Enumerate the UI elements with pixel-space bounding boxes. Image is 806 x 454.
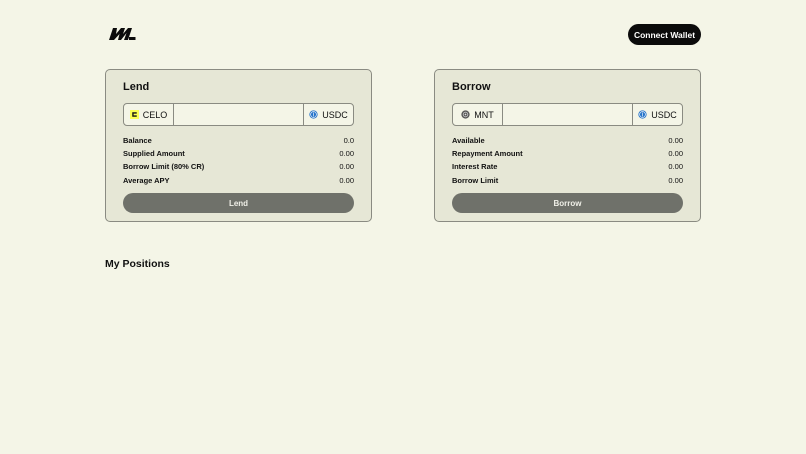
stat-value: 0.00 [339,162,354,172]
my-positions-title: My Positions [105,258,170,270]
stat-label: Balance [123,136,152,146]
borrow-to-token-label: USDC [651,109,677,120]
usdc-token-icon [638,110,647,119]
lend-to-token-label: USDC [322,109,348,120]
lend-card-title: Lend [123,81,150,93]
borrow-card-title: Borrow [452,81,491,93]
lend-stats: Balance 0.0 Supplied Amount 0.00 Borrow … [123,134,354,187]
borrow-card: Borrow MNT USDC Available 0.00 Repayment… [434,69,701,222]
app-page: Connect Wallet Lend CELO USDC Balance 0.… [0,0,806,454]
celo-token-icon [129,110,139,119]
stat-row: Supplied Amount 0.00 [123,147,354,160]
stat-row: Average APY 0.00 [123,174,354,187]
borrow-from-token-select[interactable]: MNT [453,104,503,125]
lend-token-row: CELO USDC [123,103,354,126]
stat-label: Interest Rate [452,162,498,172]
lend-amount-input[interactable] [174,104,303,125]
stat-value: 0.00 [339,175,354,185]
mnt-token-icon [461,110,470,119]
stat-value: 0.00 [668,175,683,185]
stat-row: Interest Rate 0.00 [452,160,683,173]
usdc-token-icon [309,110,318,119]
stat-value: 0.00 [668,149,683,159]
stat-label: Average APY [123,175,170,185]
brand-logo-icon[interactable] [108,26,136,42]
lend-to-token-select[interactable]: USDC [303,104,353,125]
stat-row: Borrow Limit 0.00 [452,174,683,187]
lend-from-token-select[interactable]: CELO [124,104,174,125]
borrow-amount-input[interactable] [503,104,632,125]
connect-wallet-button[interactable]: Connect Wallet [628,24,701,45]
stat-label: Repayment Amount [452,149,523,159]
stat-row: Borrow Limit (80% CR) 0.00 [123,160,354,173]
borrow-button[interactable]: Borrow [452,193,683,213]
borrow-token-row: MNT USDC [452,103,683,126]
stat-value: 0.00 [668,136,683,146]
lend-button[interactable]: Lend [123,193,354,213]
stat-label: Borrow Limit [452,175,499,185]
stat-value: 0.0 [343,136,354,146]
stat-label: Available [452,136,485,146]
lend-card: Lend CELO USDC Balance 0.0 Supplied Amou… [105,69,372,222]
borrow-to-token-select[interactable]: USDC [632,104,682,125]
stat-value: 0.00 [668,162,683,172]
stat-row: Repayment Amount 0.00 [452,147,683,160]
stat-value: 0.00 [339,149,354,159]
lend-from-token-label: CELO [142,109,168,120]
borrow-from-token-label: MNT [474,109,494,120]
borrow-stats: Available 0.00 Repayment Amount 0.00 Int… [452,134,683,187]
stat-row: Balance 0.0 [123,134,354,147]
stat-row: Available 0.00 [452,134,683,147]
stat-label: Borrow Limit (80% CR) [123,162,205,172]
stat-label: Supplied Amount [123,149,185,159]
